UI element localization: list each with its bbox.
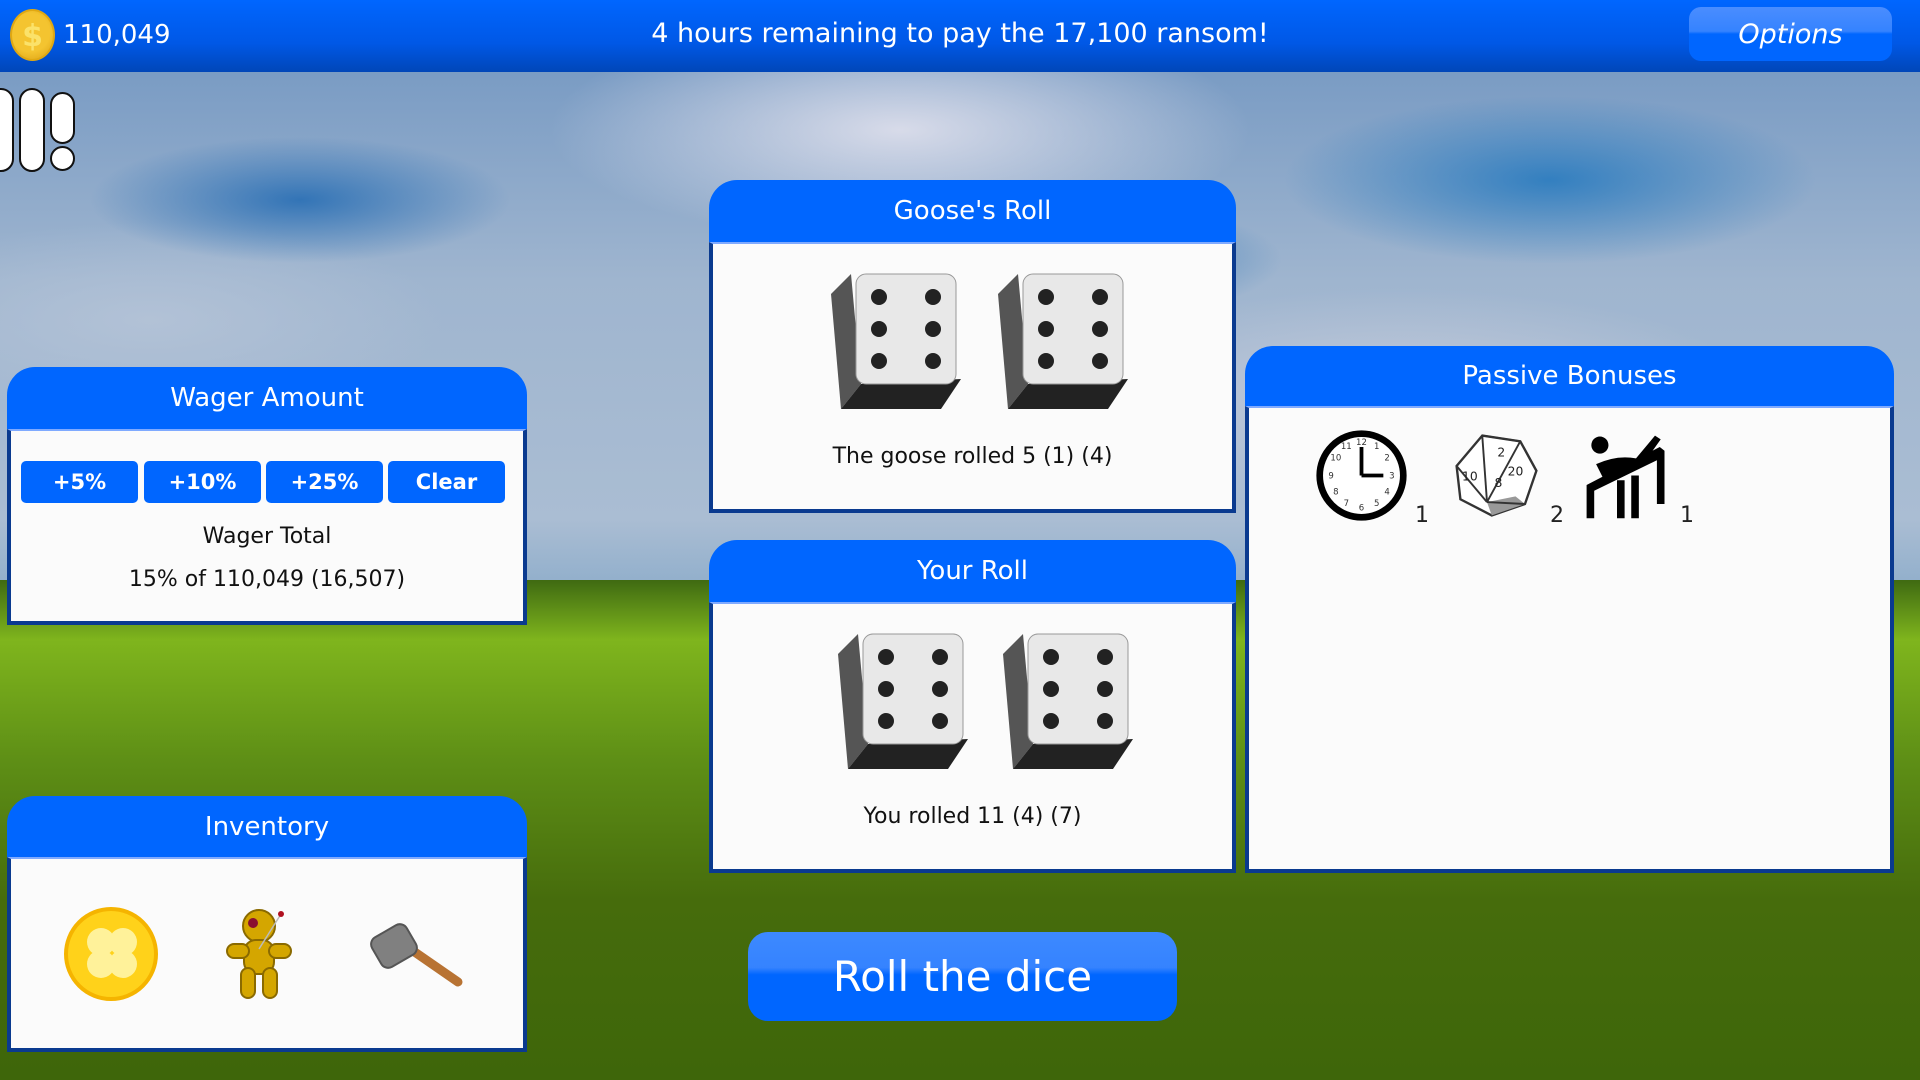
die-pip bbox=[925, 353, 941, 369]
svg-text:10: 10 bbox=[1462, 469, 1478, 483]
svg-text:7: 7 bbox=[1344, 499, 1349, 509]
life-bar bbox=[19, 88, 45, 172]
inventory-panel: Inventory bbox=[7, 796, 527, 1052]
wager-panel-title: Wager Amount bbox=[7, 367, 527, 429]
passive-bonuses-title: Passive Bonuses bbox=[1245, 346, 1894, 406]
svg-text:3: 3 bbox=[1389, 471, 1394, 481]
die-pip bbox=[1092, 289, 1108, 305]
svg-text:5: 5 bbox=[1374, 499, 1379, 509]
life-bar bbox=[0, 88, 14, 172]
wager-total-label: Wager Total bbox=[202, 524, 332, 549]
d20-bonus[interactable]: 2 20 8 10 2 bbox=[1449, 428, 1564, 528]
svg-text:10: 10 bbox=[1330, 453, 1341, 463]
die-pip bbox=[1092, 321, 1108, 337]
goose-roll-result: The goose rolled 5 (1) (4) bbox=[832, 444, 1113, 469]
passive-bonuses-panel: Passive Bonuses 1212 345 678 91011 1 bbox=[1245, 346, 1894, 873]
mallet-icon[interactable] bbox=[366, 904, 466, 1004]
add-5-percent-button[interactable]: +5% bbox=[21, 461, 138, 503]
die-pip bbox=[1092, 353, 1108, 369]
svg-text:2: 2 bbox=[1497, 446, 1505, 460]
goose-roll-panel: Goose's Roll The goose rolled 5 (1) (4) bbox=[709, 180, 1236, 513]
clear-wager-button[interactable]: Clear bbox=[388, 461, 505, 503]
die-pip bbox=[878, 681, 894, 697]
clock-bonus[interactable]: 12 1 2 345 678 9 10 11 1 bbox=[1314, 428, 1429, 528]
inventory-panel-title: Inventory bbox=[7, 796, 527, 857]
your-roll-result: You rolled 11 (4) (7) bbox=[863, 804, 1082, 829]
svg-text:2: 2 bbox=[1384, 453, 1389, 463]
d20-icon: 220 8 10 bbox=[1455, 434, 1538, 517]
goose-roll-title: Goose's Roll bbox=[709, 180, 1236, 242]
your-roll-title: Your Roll bbox=[709, 540, 1236, 602]
pool-player-bonus[interactable]: 1 bbox=[1579, 428, 1694, 528]
wager-total-value: 15% of 110,049 (16,507) bbox=[128, 567, 406, 592]
your-roll-panel: Your Roll You rolled 11 (4) (7) bbox=[709, 540, 1236, 873]
goose-die-2 bbox=[988, 269, 1133, 414]
die-pip bbox=[1043, 649, 1059, 665]
die-pip bbox=[1038, 353, 1054, 369]
warning-bar bbox=[50, 92, 75, 144]
die-pip bbox=[878, 713, 894, 729]
add-25-percent-button[interactable]: +25% bbox=[266, 461, 383, 503]
die-pip bbox=[1097, 649, 1113, 665]
die-pip bbox=[1097, 681, 1113, 697]
clock-icon: 12 12 345 678 9 1011 bbox=[1316, 430, 1407, 521]
your-die-2 bbox=[993, 629, 1138, 774]
svg-text:11: 11 bbox=[1341, 442, 1352, 452]
die-pip bbox=[1043, 713, 1059, 729]
wager-panel: Wager Amount +5% +10% +25% Clear Wager T… bbox=[7, 367, 527, 625]
svg-text:1: 1 bbox=[1374, 442, 1379, 452]
pool-player-bonus-count: 1 bbox=[1680, 503, 1694, 528]
roll-dice-button[interactable]: Roll the dice bbox=[748, 932, 1177, 1021]
clover-coin-icon[interactable] bbox=[61, 904, 161, 1004]
die-pip bbox=[932, 713, 948, 729]
top-bar: 110,049 4 hours remaining to pay the 17,… bbox=[0, 0, 1920, 72]
die-pip bbox=[871, 321, 887, 337]
die-pip bbox=[925, 289, 941, 305]
die-pip bbox=[871, 289, 887, 305]
die-pip bbox=[932, 649, 948, 665]
die-pip bbox=[1043, 681, 1059, 697]
options-button[interactable]: Options bbox=[1689, 7, 1892, 61]
lives-indicator-icon bbox=[0, 88, 80, 173]
die-pip bbox=[932, 681, 948, 697]
voodoo-doll-icon[interactable] bbox=[211, 904, 311, 1004]
svg-text:9: 9 bbox=[1328, 471, 1333, 481]
clock-bonus-count: 1 bbox=[1415, 503, 1429, 528]
add-10-percent-button[interactable]: +10% bbox=[144, 461, 261, 503]
svg-text:8: 8 bbox=[1333, 488, 1338, 498]
svg-text:4: 4 bbox=[1384, 488, 1389, 498]
pool-player-icon bbox=[1586, 435, 1665, 519]
die-pip bbox=[1038, 289, 1054, 305]
d20-bonus-count: 2 bbox=[1550, 503, 1564, 528]
your-die-1 bbox=[828, 629, 973, 774]
goose-die-1 bbox=[821, 269, 966, 414]
svg-text:6: 6 bbox=[1359, 504, 1364, 514]
die-pip bbox=[871, 353, 887, 369]
die-pip bbox=[1097, 713, 1113, 729]
die-pip bbox=[878, 649, 894, 665]
svg-text:20: 20 bbox=[1508, 465, 1524, 479]
ransom-message: 4 hours remaining to pay the 17,100 rans… bbox=[651, 18, 1269, 49]
warning-dot bbox=[50, 146, 75, 171]
die-pip bbox=[925, 321, 941, 337]
svg-text:8: 8 bbox=[1494, 476, 1502, 490]
svg-text:12: 12 bbox=[1356, 438, 1367, 448]
die-pip bbox=[1038, 321, 1054, 337]
